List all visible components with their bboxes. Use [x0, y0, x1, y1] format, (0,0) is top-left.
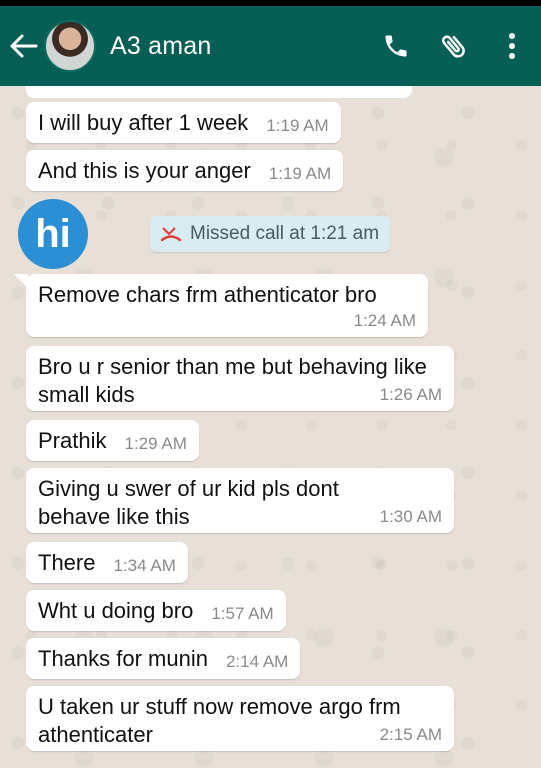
message-time: 1:19 AM [266, 116, 329, 135]
message-bubble[interactable]: Thanks for munin 2:14 AM [26, 638, 301, 679]
hi-logo-icon: hi [18, 199, 88, 269]
contact-name[interactable]: A3 aman [110, 32, 367, 61]
message-time: 1:57 AM [211, 604, 274, 623]
back-button[interactable] [4, 6, 44, 86]
message-text: Prathik [38, 428, 107, 453]
missed-call-notice: Missed call at 1:21 am [150, 216, 390, 252]
message-text: Remove chars frm athenticator bro [38, 282, 377, 307]
message-bubble[interactable]: Wht u doing bro 1:57 AM [26, 590, 286, 631]
message-time: 1:29 AM [124, 434, 187, 453]
message-bubble[interactable]: And this is your anger 1:19 AM [26, 150, 344, 191]
message-time: 1:19 AM [268, 164, 332, 183]
message-time: 1:34 AM [113, 556, 176, 575]
paperclip-icon [441, 35, 465, 58]
phone-icon [385, 35, 407, 57]
message-bubble[interactable]: I will buy after 1 week 1:19 AM [26, 102, 341, 143]
message-text: And this is your anger [38, 158, 251, 183]
message-bubble[interactable]: Prathik 1:29 AM [26, 420, 199, 461]
message-bubble[interactable]: There 1:34 AM [26, 542, 188, 583]
more-options-button[interactable] [483, 6, 541, 86]
message-bubble-partial [26, 86, 412, 98]
call-button[interactable] [367, 6, 425, 86]
message-bubble[interactable]: Bro u r senior than me but behaving like… [26, 346, 454, 411]
message-text: I will buy after 1 week [38, 110, 249, 135]
missed-call-icon [160, 227, 182, 242]
message-text: Thanks for munin [38, 646, 208, 671]
message-text: Wht u doing bro [38, 598, 194, 623]
chat-header: A3 aman [0, 6, 541, 86]
message-bubble[interactable]: U taken ur stuff now remove argo frm ath… [26, 686, 454, 751]
message-time: 2:14 AM [225, 652, 289, 671]
message-text: There [38, 550, 96, 575]
more-vert-icon [509, 33, 515, 59]
avatar[interactable] [44, 20, 96, 72]
message-time: 1:24 AM [353, 311, 416, 330]
back-arrow-icon [10, 34, 38, 58]
attach-button[interactable] [425, 6, 483, 86]
message-bubble[interactable]: Remove chars frm athenticator bro 1:24 A… [14, 274, 428, 337]
chat-area[interactable]: I will buy after 1 week 1:19 AM And this… [0, 86, 541, 768]
message-bubble[interactable]: Giving u swer of ur kid pls dont behave … [26, 468, 454, 533]
missed-call-text: Missed call at 1:21 am [190, 223, 380, 244]
